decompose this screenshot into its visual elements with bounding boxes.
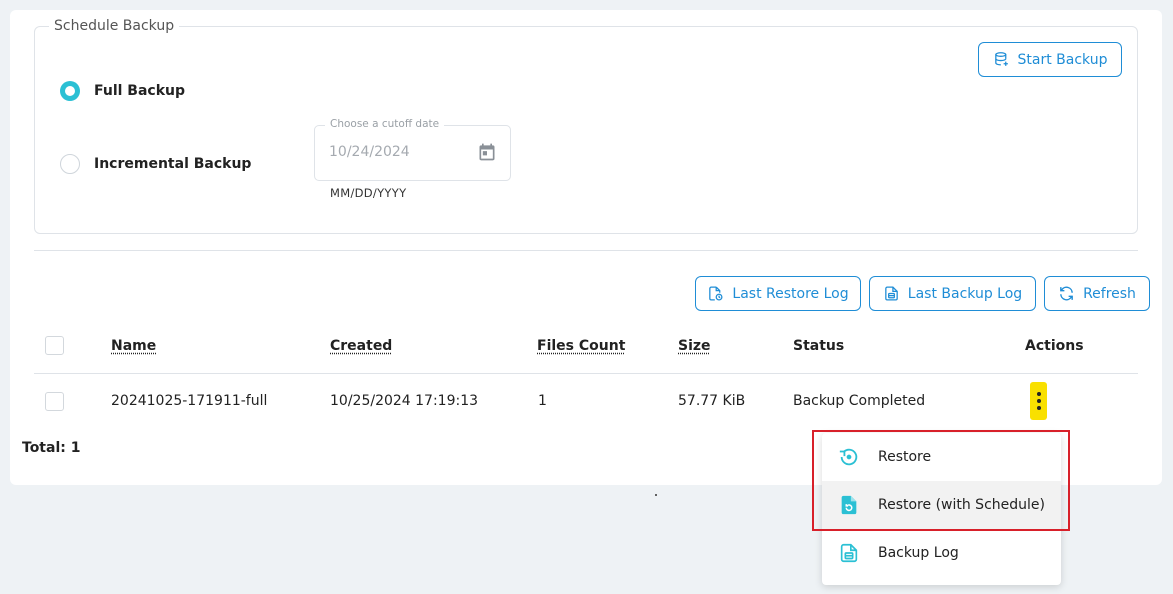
- menu-item-backup-log[interactable]: Backup Log: [822, 529, 1061, 577]
- full-backup-option[interactable]: Full Backup: [60, 81, 185, 101]
- schedule-backup-legend: Schedule Backup: [49, 18, 180, 34]
- last-restore-log-button[interactable]: Last Restore Log: [695, 276, 861, 311]
- menu-item-restore[interactable]: Restore: [822, 433, 1061, 481]
- backup-panel: Schedule Backup Full Backup Incremental …: [10, 10, 1162, 485]
- backups-table-header: Name Created Files Count Size Status Act…: [34, 332, 1138, 374]
- last-restore-log-label: Last Restore Log: [732, 285, 849, 302]
- table-row: 20241025-171911-full 10/25/2024 17:19:13…: [34, 376, 1138, 426]
- cutoff-date-value[interactable]: 10/24/2024: [329, 144, 410, 160]
- row-size: 57.77 KiB: [678, 393, 746, 409]
- incremental-backup-option[interactable]: Incremental Backup: [60, 154, 251, 174]
- row-status: Backup Completed: [793, 393, 926, 409]
- schedule-backup-section: Schedule Backup Full Backup Incremental …: [34, 18, 1138, 234]
- log-file-icon: [838, 542, 860, 564]
- column-header-size[interactable]: Size: [678, 338, 711, 354]
- column-header-created[interactable]: Created: [330, 338, 392, 354]
- refresh-button[interactable]: Refresh: [1044, 276, 1150, 311]
- calendar-icon[interactable]: [477, 142, 497, 162]
- row-files-count: 1: [538, 393, 547, 409]
- select-all-checkbox[interactable]: [45, 336, 64, 355]
- menu-item-restore-label: Restore: [878, 449, 932, 465]
- row-created: 10/25/2024 17:19:13: [330, 393, 479, 409]
- start-backup-label: Start Backup: [1017, 51, 1108, 68]
- refresh-label: Refresh: [1083, 285, 1136, 302]
- database-add-icon: [994, 52, 1008, 66]
- column-header-files-count[interactable]: Files Count: [537, 338, 625, 354]
- restore-schedule-icon: [838, 494, 860, 516]
- stray-dot: [655, 494, 657, 496]
- menu-item-backup-log-label: Backup Log: [878, 545, 959, 561]
- incremental-backup-label: Incremental Backup: [94, 156, 252, 172]
- menu-item-restore-with-schedule[interactable]: Restore (with Schedule): [822, 481, 1061, 529]
- row-checkbox[interactable]: [45, 392, 64, 411]
- row-actions-kebab-icon[interactable]: [1030, 382, 1047, 420]
- menu-item-restore-with-schedule-label: Restore (with Schedule): [878, 497, 1045, 513]
- cutoff-date-label: Choose a cutoff date: [325, 118, 445, 130]
- last-backup-log-button[interactable]: Last Backup Log: [869, 276, 1036, 311]
- column-header-actions: Actions: [1025, 338, 1084, 354]
- start-backup-button[interactable]: Start Backup: [978, 42, 1122, 77]
- row-actions-menu: Restore Restore (with Schedule) Backup L…: [822, 433, 1061, 585]
- full-backup-label: Full Backup: [94, 83, 186, 99]
- column-header-name[interactable]: Name: [111, 338, 156, 354]
- total-count: Total: 1: [22, 440, 81, 456]
- last-backup-log-label: Last Backup Log: [907, 285, 1023, 302]
- backup-log-icon: [884, 286, 898, 301]
- date-format-hint: MM/DD/YYYY: [330, 186, 407, 200]
- cutoff-date-field[interactable]: Choose a cutoff date 10/24/2024: [314, 118, 511, 181]
- column-header-status: Status: [793, 338, 845, 354]
- full-backup-radio[interactable]: [60, 81, 80, 101]
- restore-log-icon: [709, 286, 723, 301]
- restore-icon: [838, 446, 860, 468]
- incremental-backup-radio[interactable]: [60, 154, 80, 174]
- refresh-icon: [1060, 286, 1073, 301]
- row-name: 20241025-171911-full: [111, 393, 268, 409]
- section-divider: [34, 250, 1138, 251]
